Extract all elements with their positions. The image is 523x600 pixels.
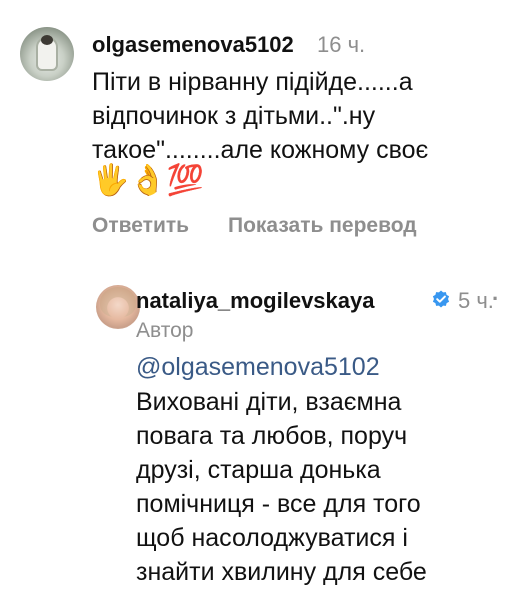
comment-time: 16 ч.: [317, 32, 366, 57]
avatar-head: [41, 35, 53, 45]
comment-username[interactable]: olgasemenova5102: [92, 32, 294, 58]
reply-text-line-3: друзі, старша донька: [136, 456, 381, 484]
reply-text-line-4: помічниця - все для того: [136, 490, 421, 518]
reply-more-dot[interactable]: ·: [492, 286, 499, 312]
avatar[interactable]: [96, 285, 140, 329]
comment-text-line-2: відпочинок з дітьми..".ну: [92, 102, 376, 130]
comment-text-line-1: Піти в нірванну підійде......а: [92, 68, 413, 96]
reply-text-line-1: Виховані діти, взаємна: [136, 388, 402, 416]
reply-username[interactable]: nataliya_mogilevskaya: [136, 288, 374, 314]
reply-text-line-2: повага та любов, поруч: [136, 422, 408, 450]
avatar[interactable]: [20, 27, 74, 81]
verified-badge-icon: [432, 290, 450, 308]
reply-button[interactable]: Ответить: [92, 214, 189, 238]
reply-time: 5 ч.: [458, 288, 494, 313]
reply-text-line-6: знайти хвилину для себе: [136, 558, 427, 586]
avatar-hair: [100, 287, 136, 317]
reply-text-line-5: щоб насолоджуватися і: [136, 524, 408, 552]
show-translation-button[interactable]: Показать перевод: [228, 214, 417, 238]
reply-mention[interactable]: @olgasemenova5102: [136, 349, 380, 385]
comment-emoji-line: 🖐️👌💯: [92, 164, 205, 197]
author-label: Автор: [136, 319, 194, 342]
